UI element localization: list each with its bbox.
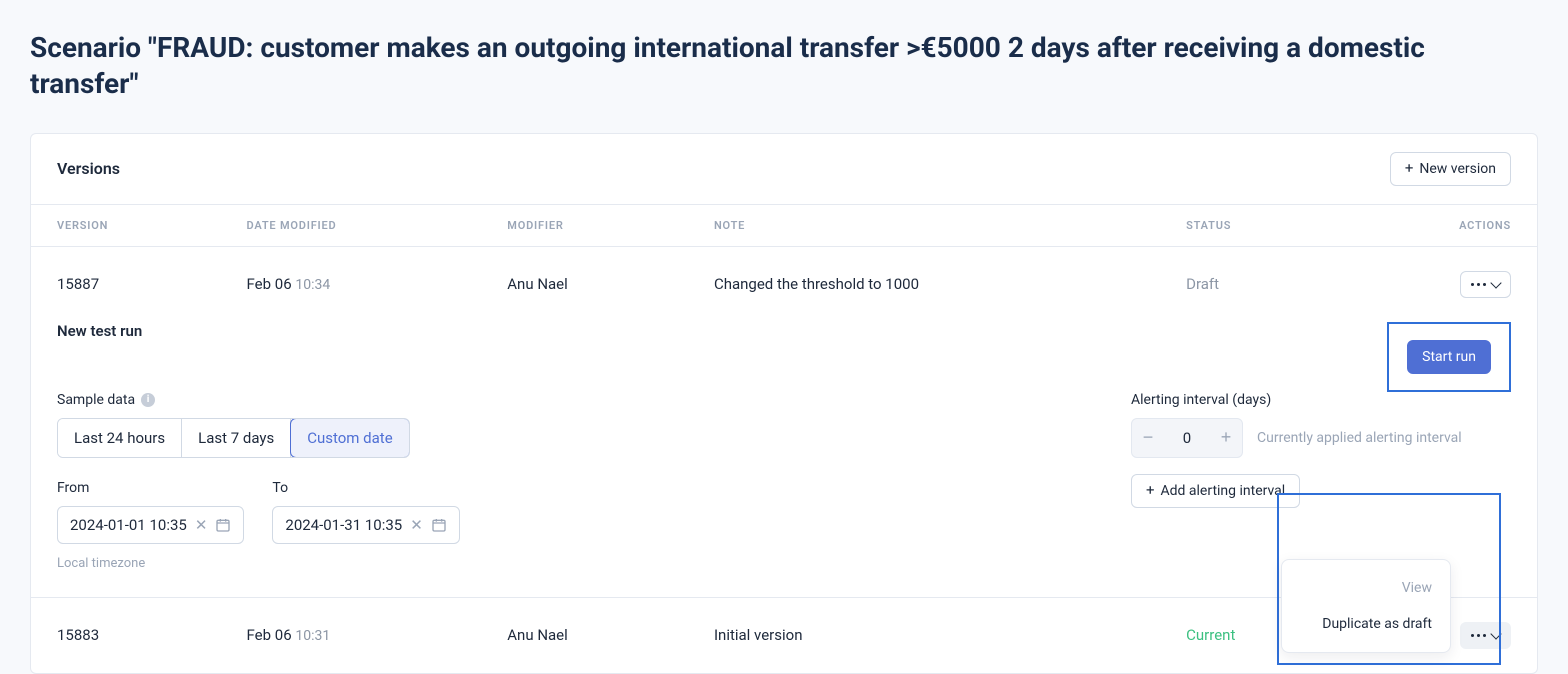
from-value: 2024-01-01 10:35	[70, 516, 187, 534]
col-actions: ACTIONS	[1346, 204, 1537, 246]
cell-date: Feb 06 10:31	[221, 597, 482, 673]
cell-version: 15883	[31, 597, 221, 673]
stepper-increment[interactable]: +	[1210, 419, 1242, 457]
cell-version: 15887	[31, 246, 221, 322]
timezone-hint: Local timezone	[57, 556, 1091, 571]
add-alerting-interval-button[interactable]: + Add alerting interval	[1131, 474, 1300, 508]
interval-stepper: − 0 +	[1131, 418, 1243, 458]
from-date-input[interactable]: 2024-01-01 10:35 ✕	[57, 506, 244, 544]
table-row: 15883 Feb 06 10:31 Anu Nael Initial vers…	[31, 597, 1537, 673]
more-icon	[1471, 283, 1486, 286]
new-version-button[interactable]: + New version	[1390, 152, 1511, 186]
col-note: NOTE	[688, 204, 1160, 246]
table-row: 15887 Feb 06 10:34 Anu Nael Changed the …	[31, 246, 1537, 322]
start-run-button[interactable]: Start run	[1407, 340, 1491, 374]
chevron-down-icon	[1490, 277, 1501, 288]
clear-from-icon[interactable]: ✕	[195, 516, 208, 534]
cell-modifier: Anu Nael	[481, 246, 688, 322]
calendar-icon	[431, 517, 447, 533]
plus-icon: +	[1146, 483, 1155, 498]
test-run-title: New test run	[57, 322, 1387, 340]
cell-note: Initial version	[688, 597, 1160, 673]
plus-icon: +	[1405, 161, 1414, 176]
versions-heading: Versions	[57, 159, 120, 178]
segment-last-7d[interactable]: Last 7 days	[182, 419, 291, 457]
versions-card: Versions + New version VERSION DATE MODI…	[30, 133, 1538, 674]
col-version: VERSION	[31, 204, 221, 246]
stepper-decrement[interactable]: −	[1132, 419, 1164, 457]
col-status: STATUS	[1160, 204, 1346, 246]
interval-value: 0	[1164, 429, 1210, 447]
row-actions-button[interactable]	[1460, 271, 1511, 298]
to-value: 2024-01-31 10:35	[285, 516, 402, 534]
col-date: DATE MODIFIED	[221, 204, 482, 246]
col-modifier: MODIFIER	[481, 204, 688, 246]
clear-to-icon[interactable]: ✕	[410, 516, 423, 534]
calendar-icon	[215, 517, 231, 533]
cell-note: Changed the threshold to 1000	[688, 246, 1160, 322]
to-date-input[interactable]: 2024-01-31 10:35 ✕	[272, 506, 459, 544]
to-label: To	[272, 480, 459, 496]
cell-date: Feb 06 10:34	[221, 246, 482, 322]
cell-status: Draft	[1160, 246, 1346, 322]
interval-hint: Currently applied alerting interval	[1257, 430, 1462, 446]
new-version-label: New version	[1419, 161, 1496, 177]
from-label: From	[57, 480, 244, 496]
more-icon	[1471, 634, 1486, 637]
sample-data-label: Sample data	[57, 392, 135, 408]
expanded-row: New test run Start run Sa	[31, 322, 1537, 598]
segment-last-24h[interactable]: Last 24 hours	[58, 419, 182, 457]
info-icon[interactable]: i	[141, 393, 155, 407]
actions-dropdown: View Duplicate as draft	[1281, 559, 1451, 653]
row-actions-button[interactable]	[1460, 622, 1511, 649]
versions-table: VERSION DATE MODIFIED MODIFIER NOTE STAT…	[31, 204, 1537, 673]
alerting-interval-label: Alerting interval (days)	[1131, 392, 1511, 408]
chevron-down-icon	[1490, 628, 1501, 639]
page-title: Scenario "FRAUD: customer makes an outgo…	[30, 30, 1538, 103]
segment-custom-date[interactable]: Custom date	[290, 418, 409, 458]
cell-modifier: Anu Nael	[481, 597, 688, 673]
dropdown-duplicate[interactable]: Duplicate as draft	[1282, 606, 1450, 642]
sample-data-segments: Last 24 hours Last 7 days Custom date	[57, 418, 410, 458]
dropdown-view[interactable]: View	[1282, 570, 1450, 606]
